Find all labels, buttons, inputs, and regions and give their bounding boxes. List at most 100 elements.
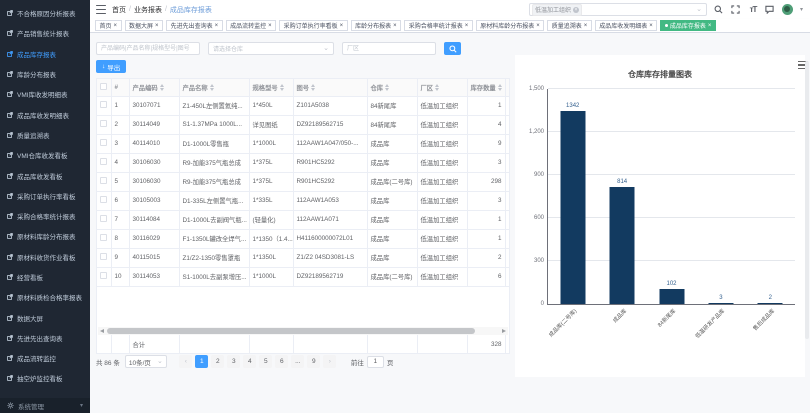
close-icon[interactable]: × <box>114 23 118 29</box>
sidebar-item[interactable]: 采购合格率统计报表 <box>0 206 90 226</box>
tab[interactable]: 首页 × <box>95 20 122 31</box>
sidebar-item[interactable]: 库龄分布报表 <box>0 64 90 84</box>
row-checkbox[interactable] <box>100 234 107 241</box>
sort-icons[interactable] <box>280 84 284 91</box>
row-checkbox[interactable] <box>100 272 107 279</box>
tab[interactable]: 成品库收发明细表 × <box>595 20 658 31</box>
page-button[interactable]: 3 <box>227 355 240 368</box>
sidebar-item[interactable]: 原材料库龄分布报表 <box>0 226 90 246</box>
scroll-left-icon[interactable] <box>100 329 104 333</box>
page-button[interactable]: 5 <box>259 355 272 368</box>
table-row[interactable]: 8 30116029 F1-1350L罐改全焊气... 1*1350（1.4..… <box>97 229 510 248</box>
page-button[interactable]: 1 <box>195 355 208 368</box>
row-checkbox[interactable] <box>100 120 107 127</box>
sidebar-item[interactable]: VMI库收发明细表 <box>0 84 90 104</box>
table-row[interactable]: 6 30105003 D1-335L左侧置气瓶... 1*335L 112AAW… <box>97 191 510 210</box>
page-button[interactable]: ... <box>291 355 304 368</box>
avatar[interactable] <box>782 4 793 15</box>
tab[interactable]: 库龄分布报表 × <box>351 20 402 31</box>
message-icon[interactable] <box>765 5 775 15</box>
warehouse-select[interactable]: 请选择仓库 ⌄ <box>208 42 334 55</box>
page-button[interactable]: 4 <box>243 355 256 368</box>
sidebar-item[interactable]: 经营看板 <box>0 267 90 287</box>
hamburger-icon[interactable] <box>96 5 106 14</box>
table-row[interactable]: 10 30114053 S1-1000L去副泵增压... 1*1000L DZ9… <box>97 267 510 286</box>
sidebar-item[interactable]: 先进先出查询表 <box>0 328 90 348</box>
close-icon[interactable]: × <box>649 23 653 29</box>
select-all-checkbox[interactable] <box>100 83 107 90</box>
tag-close-icon[interactable]: × <box>573 7 579 13</box>
sort-icons[interactable] <box>435 84 439 91</box>
tab[interactable]: 采购订单执行率看板 × <box>279 20 348 31</box>
tab[interactable]: 质量追溯表 × <box>547 20 592 31</box>
sidebar-item-settings[interactable]: 系统管理 ▾ <box>0 398 90 413</box>
sidebar-item[interactable]: 不合格原因分析报表 <box>0 3 90 23</box>
table-column-header[interactable]: 图号 <box>293 79 367 96</box>
tab[interactable]: 成品库存报表 × <box>660 20 716 31</box>
sort-icons[interactable] <box>210 84 214 91</box>
close-icon[interactable]: × <box>155 23 159 29</box>
horizontal-scrollbar[interactable] <box>98 327 508 335</box>
tab[interactable]: 先进先出查询表 × <box>166 20 223 31</box>
table-column-header[interactable]: 库存数量 <box>467 79 505 96</box>
keyword-input[interactable] <box>96 42 200 55</box>
table-row[interactable]: 5 30106030 R9-加能375气瓶总成 1*375L R901HC529… <box>97 172 510 191</box>
scroll-right-icon[interactable] <box>502 329 506 333</box>
close-icon[interactable]: × <box>268 23 272 29</box>
vertical-scrollbar[interactable] <box>805 61 809 339</box>
sort-icons[interactable] <box>385 84 389 91</box>
close-icon[interactable]: × <box>584 23 588 29</box>
bar[interactable] <box>659 289 684 304</box>
sort-icons[interactable] <box>311 84 315 91</box>
page-button[interactable]: 9 <box>307 355 320 368</box>
sort-icons[interactable] <box>160 84 164 91</box>
tab[interactable]: 采购合格率统计报表 × <box>404 20 473 31</box>
row-checkbox[interactable] <box>100 158 107 165</box>
sidebar-item[interactable]: 成品库收发看板 <box>0 165 90 185</box>
table-row[interactable]: 2 30114049 S1-1.37MPa 1000L... 详见图纸 DZ92… <box>97 115 510 134</box>
row-checkbox[interactable] <box>100 101 107 108</box>
row-checkbox[interactable] <box>100 196 107 203</box>
sidebar-item[interactable]: 抽空炉监控看板 <box>0 368 90 388</box>
page-button[interactable]: 2 <box>211 355 224 368</box>
close-icon[interactable]: × <box>708 23 712 29</box>
close-icon[interactable]: × <box>393 23 397 29</box>
table-row[interactable]: 1 30107071 Z1-450L左侧置氦纯... 1*450L Z101A5… <box>97 96 510 115</box>
sidebar-item[interactable]: VMI仓库收发看板 <box>0 145 90 165</box>
page-button[interactable]: 6 <box>275 355 288 368</box>
row-checkbox[interactable] <box>100 177 107 184</box>
chevron-down-icon[interactable]: ▾ <box>800 6 803 13</box>
sidebar-item[interactable]: 成品库存报表 <box>0 44 90 64</box>
goto-page-input[interactable] <box>367 356 384 368</box>
factory-input[interactable] <box>342 42 436 55</box>
sidebar-item[interactable]: 原材料质检合格率报表 <box>0 287 90 307</box>
breadcrumb-home[interactable]: 首页 <box>112 5 126 15</box>
export-button[interactable]: ↓ 导出 <box>96 60 126 73</box>
row-checkbox[interactable] <box>100 253 107 260</box>
tab[interactable]: 原材料库龄分布报表 × <box>476 20 545 31</box>
sidebar-item[interactable]: 采购订单执行率看板 <box>0 186 90 206</box>
bar[interactable] <box>560 111 585 304</box>
bar[interactable] <box>758 303 783 304</box>
search-icon[interactable] <box>714 5 724 15</box>
table-row[interactable]: 7 30114084 D1-1000L去副阀气瓶... (轻量化) 112AAW… <box>97 210 510 229</box>
close-icon[interactable]: × <box>340 23 344 29</box>
font-size-icon[interactable]: ᴛT <box>748 5 758 15</box>
sidebar-item[interactable]: 成品库收发明细表 <box>0 104 90 124</box>
sidebar-item[interactable]: 数据大屏 <box>0 307 90 327</box>
sidebar-item[interactable]: 产品销售统计报表 <box>0 23 90 43</box>
close-icon[interactable]: × <box>536 23 540 29</box>
fullscreen-icon[interactable] <box>731 5 741 15</box>
next-page-button[interactable]: › <box>323 355 336 368</box>
table-column-header[interactable]: 厂区 <box>417 79 467 96</box>
table-row[interactable]: 4 30106030 R9-加能375气瓶总成 1*375L R901HC529… <box>97 153 510 172</box>
table-column-header[interactable]: 仓库 <box>367 79 417 96</box>
close-icon[interactable]: × <box>215 23 219 29</box>
org-select[interactable]: 低温加工组织 × ⌄ <box>529 3 707 16</box>
bar[interactable] <box>610 187 635 304</box>
table-column-header[interactable]: 产品编码 <box>129 79 179 96</box>
sort-icons[interactable] <box>498 84 502 91</box>
tab[interactable]: 成品流转监控 × <box>226 20 277 31</box>
scrollbar-thumb[interactable] <box>107 328 475 334</box>
row-checkbox[interactable] <box>100 139 107 146</box>
